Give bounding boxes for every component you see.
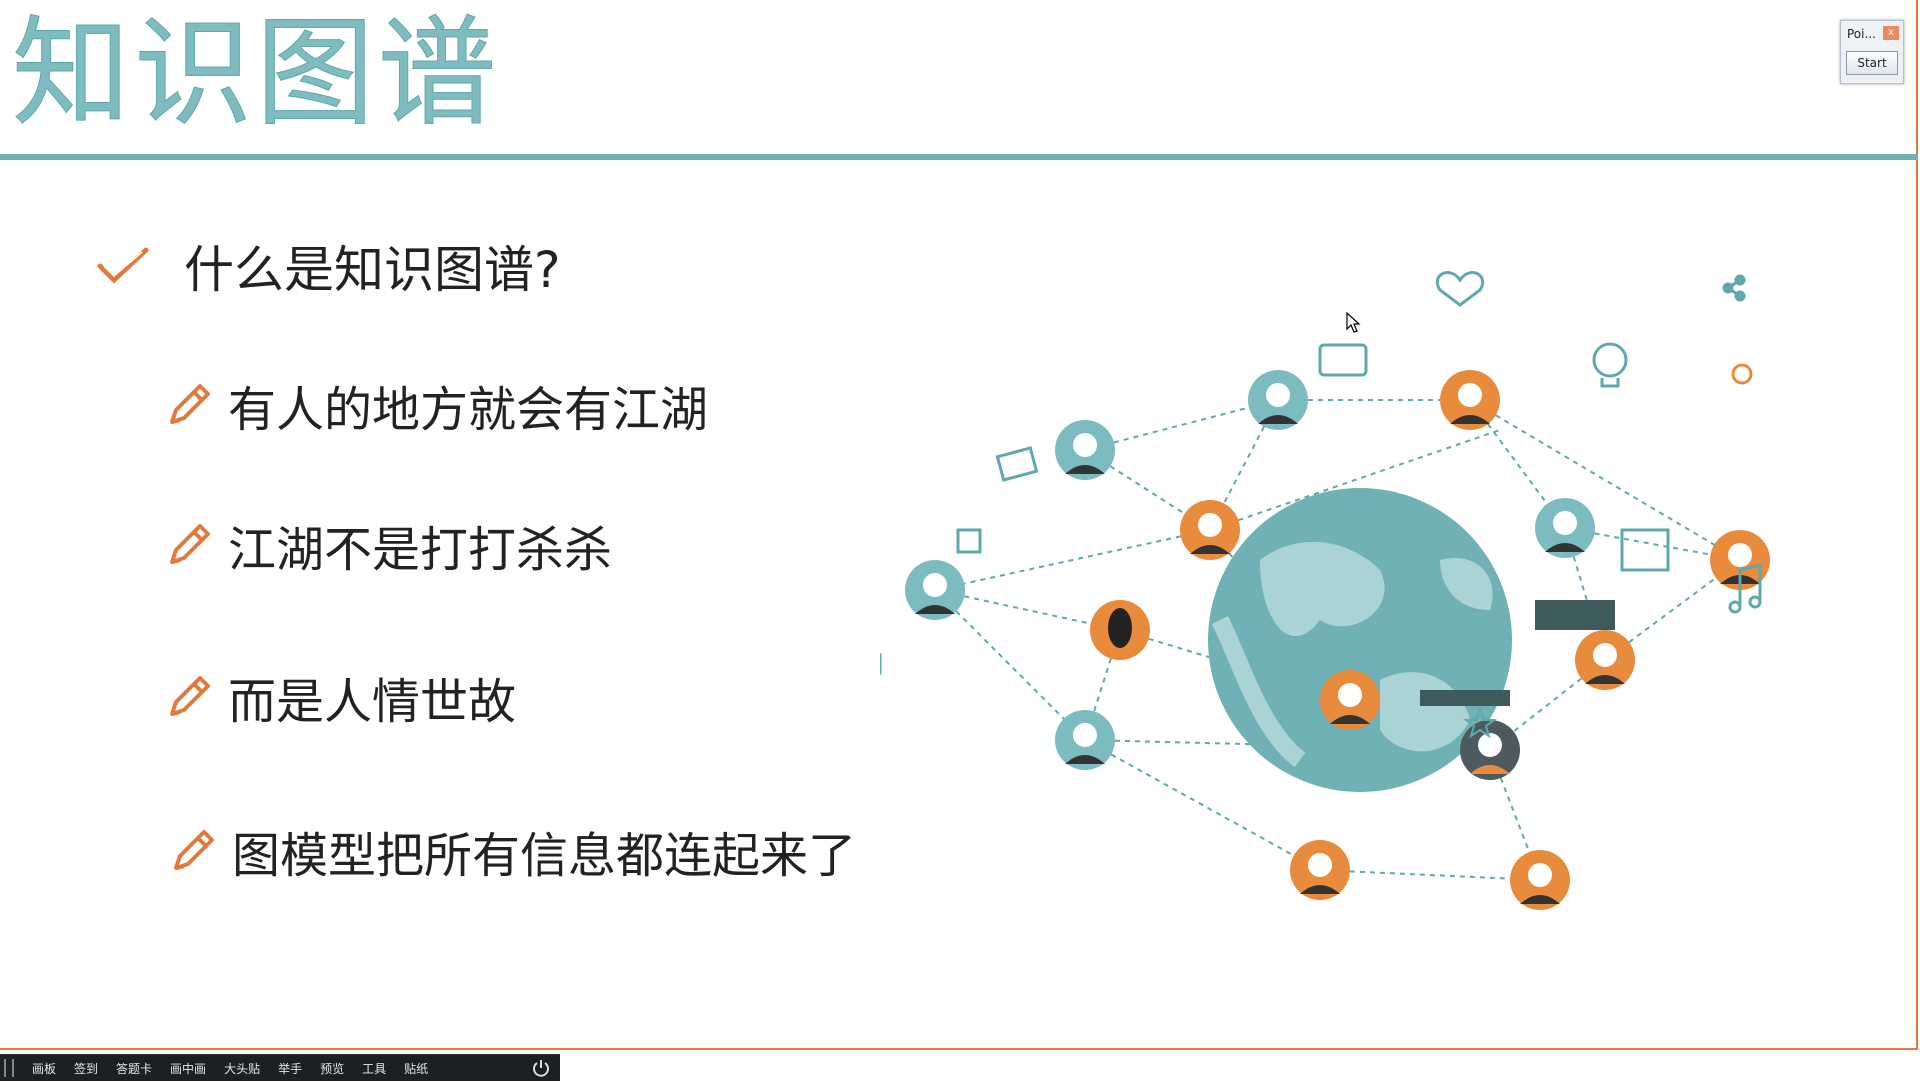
avatar-3 bbox=[1440, 370, 1500, 430]
avatar-13 bbox=[1290, 840, 1350, 900]
avatar-4 bbox=[1180, 500, 1240, 560]
slide-frame: 知识图谱 什么是知识图谱? 有人的地方就会有江湖 江湖不是打打杀杀 而是人情世故… bbox=[0, 0, 1918, 1050]
heart-icon bbox=[1436, 271, 1484, 307]
avatar-7 bbox=[905, 560, 965, 620]
avatar-11 bbox=[1055, 710, 1115, 770]
toolbar-item-stickers[interactable]: 贴纸 bbox=[404, 1060, 428, 1077]
pencil-icon bbox=[170, 676, 210, 716]
lightbulb-icon bbox=[1592, 342, 1628, 388]
widget-title: Poi... bbox=[1847, 27, 1876, 41]
thumbs-up-icon bbox=[956, 528, 982, 554]
title-divider bbox=[0, 154, 1918, 160]
avatar-9 bbox=[1575, 630, 1635, 690]
avatar-12 bbox=[1460, 720, 1520, 780]
power-icon[interactable] bbox=[532, 1059, 550, 1077]
bullet-item: 而是人情世故 bbox=[164, 662, 516, 732]
bullet-text: 图模型把所有信息都连起来了 bbox=[232, 828, 857, 884]
text-box-icon bbox=[1420, 690, 1510, 706]
pointer-widget: Poi... x Start bbox=[1840, 20, 1904, 84]
bullet-item: 图模型把所有信息都连起来了 bbox=[168, 816, 856, 886]
bullet-text: 而是人情世故 bbox=[228, 674, 517, 730]
mail-icon bbox=[995, 446, 1039, 482]
avatar-1 bbox=[1055, 420, 1115, 480]
drag-handle-icon[interactable] bbox=[4, 1059, 14, 1077]
toolbar-item-drawing-board[interactable]: 画板 bbox=[32, 1060, 56, 1077]
toolbar-item-picture-in-picture[interactable]: 画中画 bbox=[170, 1060, 206, 1077]
social-network-illustration bbox=[880, 271, 1770, 910]
toolbar-item-photo-sticker[interactable]: 大头贴 bbox=[224, 1060, 260, 1077]
text-box-icon bbox=[1535, 600, 1615, 630]
avatar-14 bbox=[1510, 850, 1570, 910]
start-button[interactable]: Start bbox=[1846, 51, 1898, 75]
pencil-icon bbox=[170, 524, 210, 564]
pencil-icon bbox=[174, 830, 214, 870]
classroom-toolbar: 画板 签到 答题卡 画中画 大头贴 举手 预览 工具 贴纸 bbox=[0, 1054, 560, 1081]
avatar-10 bbox=[1320, 670, 1380, 730]
avatar-2 bbox=[1248, 370, 1308, 430]
chat-bubble-icon bbox=[1318, 343, 1368, 377]
toolbar-item-raise-hand[interactable]: 举手 bbox=[278, 1060, 302, 1077]
bullet-item: 江湖不是打打杀杀 bbox=[164, 510, 612, 580]
bullet-text: 有人的地方就会有江湖 bbox=[228, 382, 709, 438]
avatar-8 bbox=[1090, 600, 1150, 660]
bullet-text: 什么是知识图谱? bbox=[184, 241, 561, 299]
share-icon bbox=[1722, 274, 1746, 302]
bullet-item: 有人的地方就会有江湖 bbox=[164, 370, 708, 440]
male-symbol-icon bbox=[1731, 363, 1753, 385]
bullet-text: 江湖不是打打杀杀 bbox=[228, 522, 613, 578]
slide-title: 知识图谱 bbox=[11, 4, 501, 142]
pencil-icon bbox=[170, 384, 210, 424]
toolbar-item-tools[interactable]: 工具 bbox=[362, 1060, 386, 1077]
image-icon bbox=[1620, 528, 1670, 572]
bullet-question: 什么是知识图谱? bbox=[96, 230, 561, 302]
widget-close-button[interactable]: x bbox=[1883, 26, 1899, 40]
avatar-5 bbox=[1535, 498, 1595, 558]
toolbar-item-answer-card[interactable]: 答题卡 bbox=[116, 1060, 152, 1077]
toolbar-item-preview[interactable]: 预览 bbox=[320, 1060, 344, 1077]
check-icon bbox=[97, 247, 149, 284]
toolbar-item-sign-in[interactable]: 签到 bbox=[74, 1060, 98, 1077]
cursor-icon bbox=[1346, 312, 1361, 333]
